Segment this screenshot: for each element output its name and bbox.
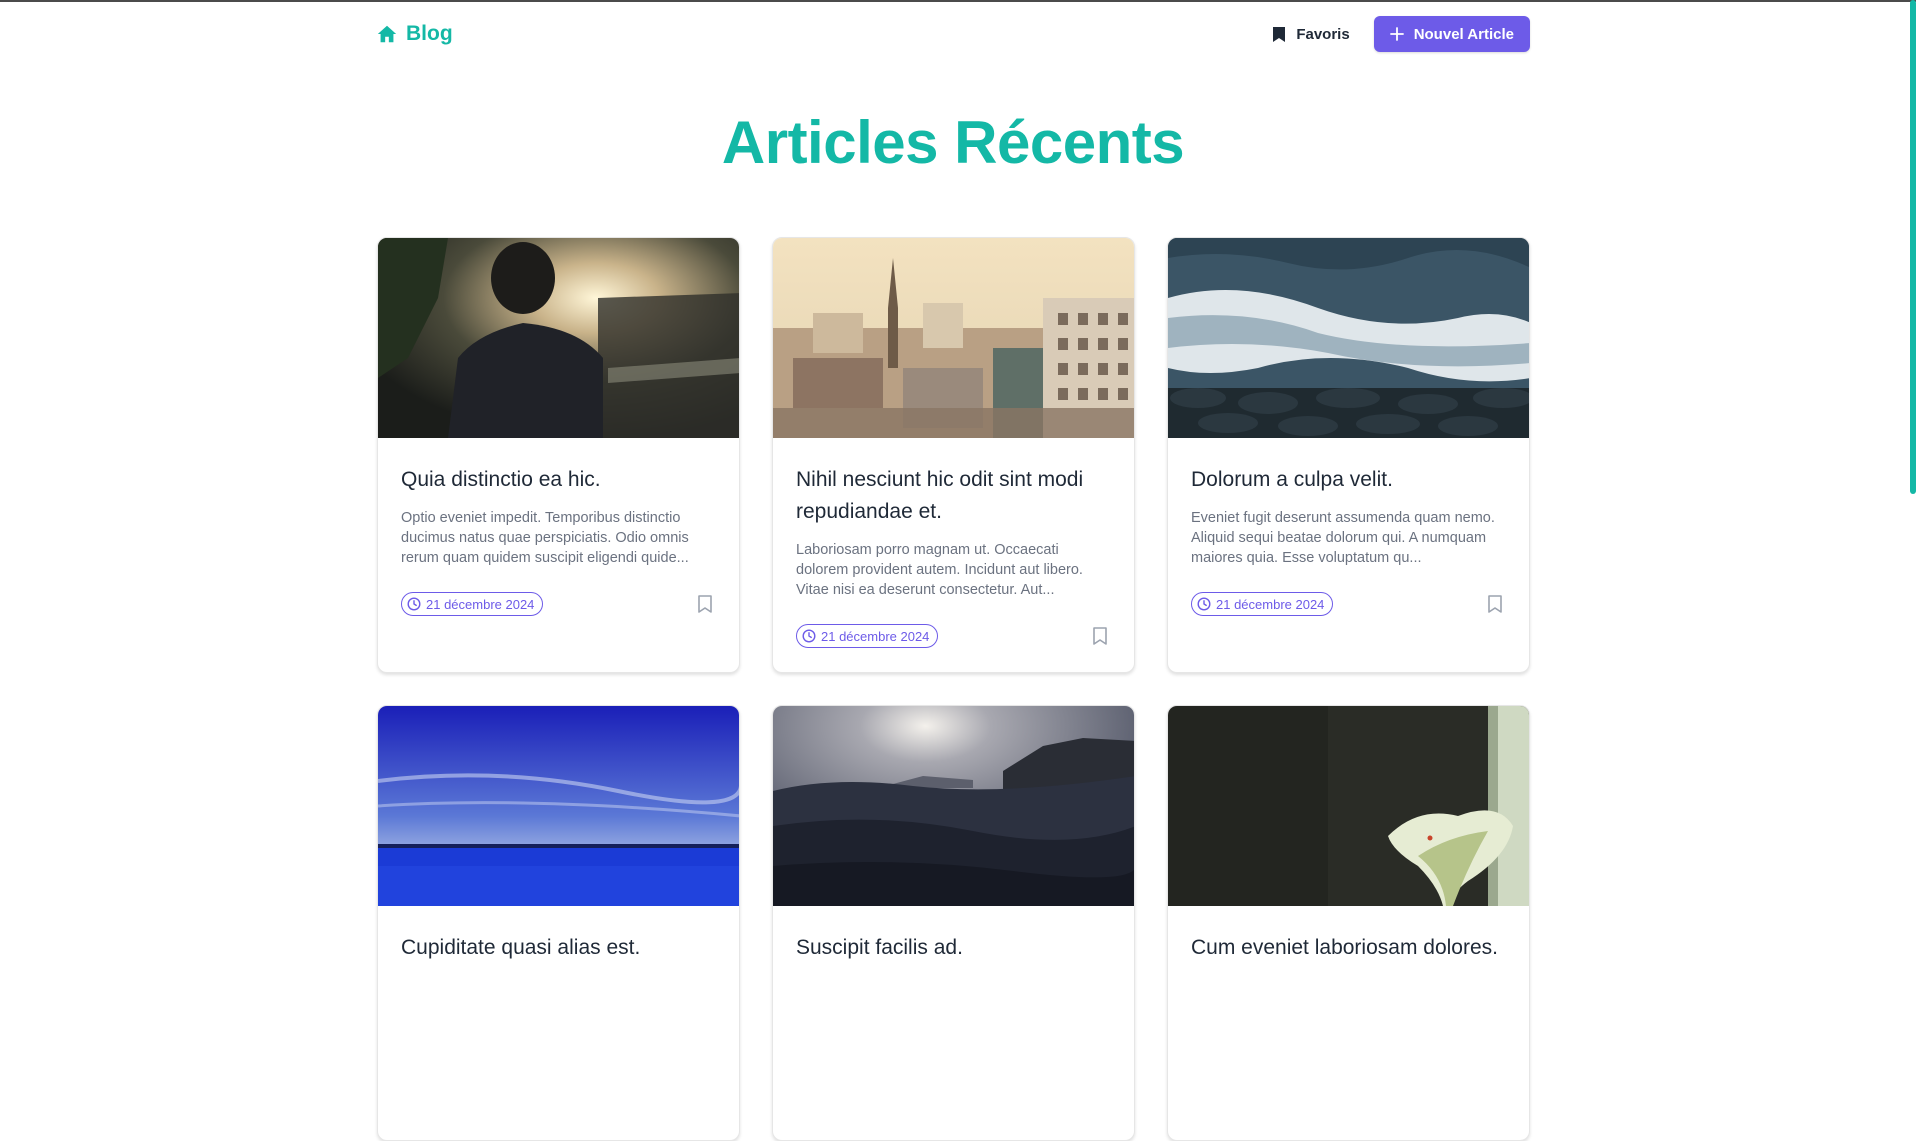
articles-grid: Quia distinctio ea hic. Optio eveniet im…	[377, 237, 1530, 1141]
clock-icon	[802, 629, 816, 643]
article-title[interactable]: Quia distinctio ea hic.	[401, 464, 716, 496]
plus-icon	[1389, 27, 1404, 41]
clock-icon	[407, 597, 421, 611]
article-date: 21 décembre 2024	[426, 596, 535, 612]
article-title[interactable]: Dolorum a culpa velit.	[1191, 464, 1506, 496]
article-excerpt: Laboriosam porro magnam ut. Occaecati do…	[796, 542, 1083, 598]
article-image-calla-lily	[1168, 706, 1529, 906]
article-card[interactable]: Cupiditate quasi alias est.	[377, 705, 740, 1141]
bookmark-icon[interactable]	[1091, 626, 1109, 646]
bookmark-icon[interactable]	[696, 594, 714, 614]
date-badge: 21 décembre 2024	[796, 624, 939, 648]
home-icon	[376, 23, 398, 45]
top-border	[0, 0, 1916, 2]
article-image-dark-sea	[773, 706, 1134, 906]
article-date: 21 décembre 2024	[1216, 596, 1325, 612]
favoris-label: Favoris	[1296, 25, 1350, 43]
article-title[interactable]: Cupiditate quasi alias est.	[401, 932, 716, 964]
header-actions: Favoris Nouvel Article	[1272, 16, 1530, 52]
date-badge: 21 décembre 2024	[1191, 592, 1334, 616]
article-excerpt: Optio eveniet impedit. Temporibus distin…	[401, 510, 689, 566]
bookmark-icon	[1272, 26, 1286, 43]
article-title[interactable]: Suscipit facilis ad.	[796, 932, 1111, 964]
article-title[interactable]: Cum eveniet laboriosam dolores.	[1191, 932, 1506, 964]
article-image-man-sunset	[378, 238, 739, 438]
bookmark-icon[interactable]	[1486, 594, 1504, 614]
article-card[interactable]: Nihil nesciunt hic odit sint modi repudi…	[772, 237, 1135, 673]
article-card[interactable]: Quia distinctio ea hic. Optio eveniet im…	[377, 237, 740, 673]
article-card[interactable]: Cum eveniet laboriosam dolores.	[1167, 705, 1530, 1141]
article-card[interactable]: Suscipit facilis ad.	[772, 705, 1135, 1141]
article-excerpt: Eveniet fugit deserunt assumenda quam ne…	[1191, 510, 1495, 566]
new-article-label: Nouvel Article	[1413, 25, 1514, 43]
article-image-ocean-waves	[1168, 238, 1529, 438]
page-title: Articles Récents	[721, 109, 1185, 176]
article-date: 21 décembre 2024	[821, 628, 930, 644]
favoris-link[interactable]: Favoris	[1272, 25, 1350, 43]
article-title[interactable]: Nihil nesciunt hic odit sint modi repudi…	[796, 464, 1111, 528]
article-image-city	[773, 238, 1134, 438]
date-badge: 21 décembre 2024	[401, 592, 544, 616]
home-link[interactable]: Blog	[376, 22, 453, 46]
brand-label: Blog	[406, 22, 453, 45]
site-header: Blog Favoris Nouvel Article	[376, 16, 1530, 52]
scrollbar-thumb[interactable]	[1910, 0, 1916, 494]
article-card[interactable]: Dolorum a culpa velit. Eveniet fugit des…	[1167, 237, 1530, 673]
clock-icon	[1197, 597, 1211, 611]
new-article-button[interactable]: Nouvel Article	[1373, 16, 1530, 52]
scrollbar[interactable]	[1910, 0, 1916, 942]
article-image-blue-lake	[378, 706, 739, 906]
